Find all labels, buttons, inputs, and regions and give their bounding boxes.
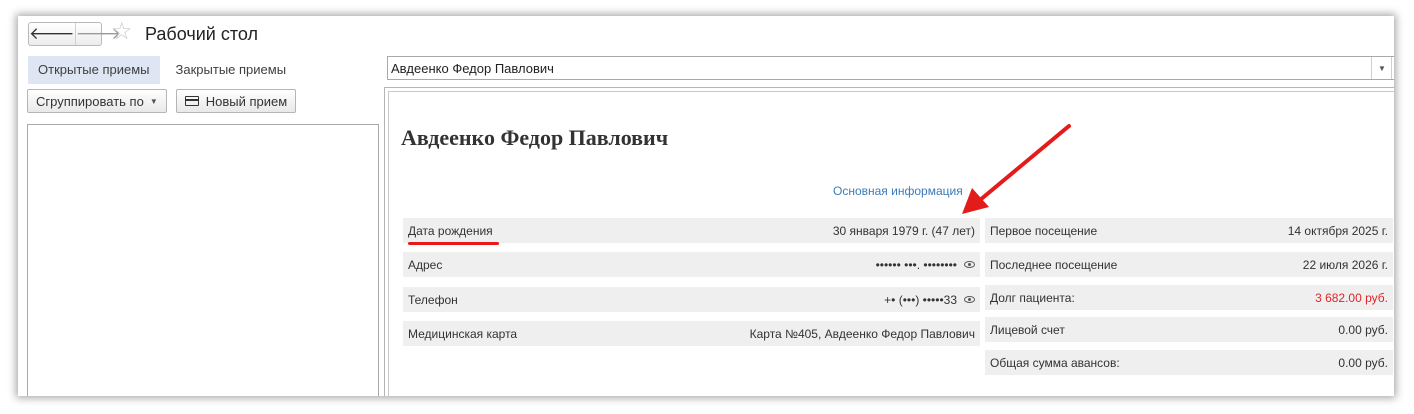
field-label: Первое посещение (990, 223, 1098, 238)
field-value-wrap: •••••• •••. •••••••• (876, 258, 975, 272)
field-row-first-visit: Первое посещение 14 октября 2025 г. (985, 218, 1393, 243)
field-row-birthdate: Дата рождения 30 января 1979 г. (47 лет) (403, 218, 980, 243)
tab-closed-appointments[interactable]: Закрытые приемы (166, 56, 297, 84)
field-value: 30 января 1979 г. (47 лет) (832, 223, 975, 238)
patient-select-field[interactable]: Авдеенко Федор Павлович ▼ ✕ (387, 56, 1394, 80)
field-value: 0.00 руб. (1338, 355, 1388, 370)
field-value: 22 июля 2026 г. (1302, 257, 1388, 272)
field-row-phone: Телефон +• (•••) •••••33 (403, 287, 980, 312)
favorite-star-icon[interactable]: ☆ (111, 20, 133, 44)
field-label: Телефон (408, 292, 458, 307)
main-window: 🡐 🡒 ☆ Рабочий стол Открытые приемы Закры… (18, 16, 1394, 396)
field-label: Долг пациента: (990, 290, 1075, 305)
new-appointment-button[interactable]: Новый прием (175, 89, 297, 113)
show-hidden-eye-icon[interactable] (964, 296, 975, 303)
toolbar: Сгруппировать по ▼ Новый прием (27, 89, 305, 113)
dropdown-caret-icon[interactable]: ▼ (1371, 57, 1392, 79)
appointments-list[interactable] (27, 124, 379, 396)
field-value-wrap: +• (•••) •••••33 (884, 293, 975, 307)
annotation-underline (408, 242, 499, 245)
patient-card-panel: Авдеенко Федор Павлович Основная информа… (384, 87, 1394, 396)
field-row-medical-card: Медицинская карта Карта №405, Авдеенко Ф… (403, 321, 980, 346)
field-row-address: Адрес •••••• •••. •••••••• (403, 252, 980, 277)
group-by-button[interactable]: Сгруппировать по ▼ (27, 89, 167, 113)
field-row-account: Лицевой счет 0.00 руб. (985, 317, 1393, 342)
field-label: Общая сумма авансов: (990, 355, 1120, 370)
field-value: 14 октября 2025 г. (1287, 223, 1388, 238)
window-title: Рабочий стол (145, 24, 258, 44)
dropdown-caret-icon: ▼ (149, 96, 158, 106)
main-info-link[interactable]: Основная информация (833, 184, 963, 198)
group-by-label: Сгруппировать по (36, 93, 144, 109)
field-label: Последнее посещение (990, 257, 1118, 272)
field-label: Медицинская карта (408, 326, 518, 341)
show-hidden-eye-icon[interactable] (964, 261, 975, 268)
medical-card-link[interactable]: Карта №405, Авдеенко Федор Павлович (750, 327, 975, 341)
field-label: Дата рождения (408, 223, 493, 238)
field-value: 0.00 руб. (1338, 322, 1388, 337)
back-arrow-icon[interactable]: 🡐 (29, 23, 75, 45)
patient-select-value: Авдеенко Федор Павлович (391, 61, 554, 76)
debt-value: 3 682.00 руб. (1315, 290, 1388, 305)
field-value: +• (•••) •••••33 (884, 292, 957, 307)
new-appointment-label: Новый прием (205, 93, 288, 109)
field-row-advances: Общая сумма авансов: 0.00 руб. (985, 350, 1393, 375)
tab-open-appointments[interactable]: Открытые приемы (28, 56, 160, 84)
patient-card-content: Авдеенко Федор Павлович Основная информа… (388, 91, 1394, 396)
nav-buttons: 🡐 🡒 (28, 22, 121, 46)
card-icon (184, 96, 199, 106)
tab-bar: Открытые приемы Закрытые приемы (28, 56, 302, 84)
patient-name-heading: Авдеенко Федор Павлович (401, 125, 669, 150)
field-row-last-visit: Последнее посещение 22 июля 2026 г. (985, 252, 1393, 277)
field-value: •••••• •••. •••••••• (875, 257, 957, 272)
field-row-debt: Долг пациента: 3 682.00 руб. (985, 285, 1393, 310)
field-label: Лицевой счет (990, 322, 1065, 337)
clear-icon[interactable]: ✕ (1391, 57, 1394, 79)
field-label: Адрес (408, 257, 443, 272)
